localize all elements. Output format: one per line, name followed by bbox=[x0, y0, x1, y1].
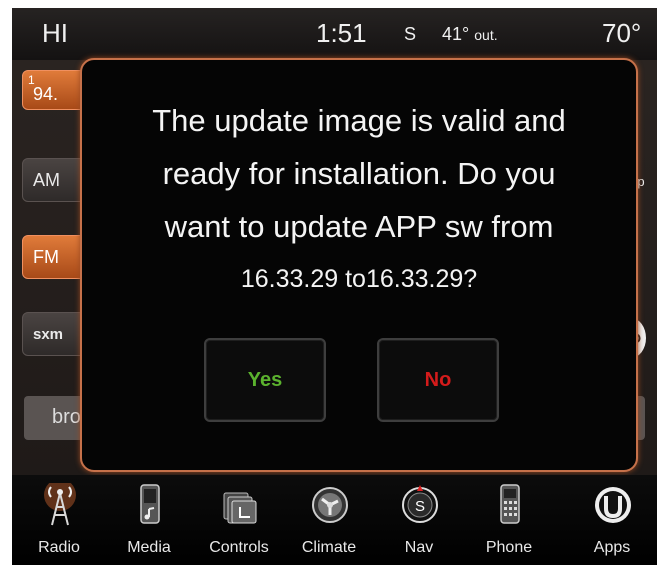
nav-nav[interactable]: S Nav bbox=[376, 475, 462, 565]
nav-climate[interactable]: Climate bbox=[286, 475, 372, 565]
preset-number: 1 bbox=[28, 73, 35, 87]
nav-label: Climate bbox=[301, 539, 357, 556]
nav-label: Controls bbox=[209, 539, 269, 556]
preset-station: 94. bbox=[33, 83, 59, 104]
update-confirmation-dialog: The update image is valid and ready for … bbox=[80, 58, 638, 472]
phone-icon bbox=[500, 484, 520, 524]
bottom-nav-bar: Radio Media Controls Climate S Nav Phone… bbox=[12, 475, 657, 565]
radio-tower-icon bbox=[44, 483, 76, 526]
yes-button[interactable]: Yes bbox=[204, 338, 326, 422]
compass-icon: S bbox=[402, 485, 438, 523]
media-player-icon bbox=[140, 484, 160, 524]
infotainment-screen: HI 1:51 S 41° out. 70° 1 94. AM FM sxm ›… bbox=[12, 8, 657, 565]
clock: 1:51 bbox=[316, 18, 367, 48]
no-button[interactable]: No bbox=[377, 338, 499, 422]
nav-label: Nav bbox=[404, 539, 434, 556]
nav-label: Apps bbox=[593, 539, 631, 556]
seat-controls-icon bbox=[223, 492, 257, 524]
message-line: want to update APP sw from bbox=[164, 209, 554, 244]
compass-heading: S bbox=[404, 24, 417, 44]
nav-radio[interactable]: Radio bbox=[16, 475, 102, 565]
uconnect-apps-icon bbox=[595, 487, 631, 523]
nav-apps[interactable]: Apps bbox=[569, 475, 655, 565]
dialog-message: The update image is valid and ready for … bbox=[102, 94, 616, 306]
nav-label: Media bbox=[127, 539, 171, 556]
message-line: 16.33.29 to16.33.29? bbox=[240, 265, 478, 293]
svg-text:S: S bbox=[415, 498, 425, 515]
message-line: The update image is valid and bbox=[152, 103, 566, 138]
message-line: ready for installation. Do you bbox=[162, 156, 556, 191]
nav-controls[interactable]: Controls bbox=[196, 475, 282, 565]
outside-temperature: 41° out. bbox=[442, 24, 498, 44]
nav-label: Radio bbox=[38, 539, 80, 556]
status-left-text: HI bbox=[42, 18, 68, 48]
nav-media[interactable]: Media bbox=[106, 475, 192, 565]
climate-fan-icon bbox=[312, 487, 348, 523]
nav-label: Phone bbox=[485, 539, 533, 556]
nav-phone[interactable]: Phone bbox=[466, 475, 552, 565]
status-bar: HI 1:51 S 41° out. 70° bbox=[12, 8, 657, 60]
climate-temperature: 70° bbox=[602, 18, 642, 48]
strip-left-text: bro bbox=[52, 406, 81, 428]
